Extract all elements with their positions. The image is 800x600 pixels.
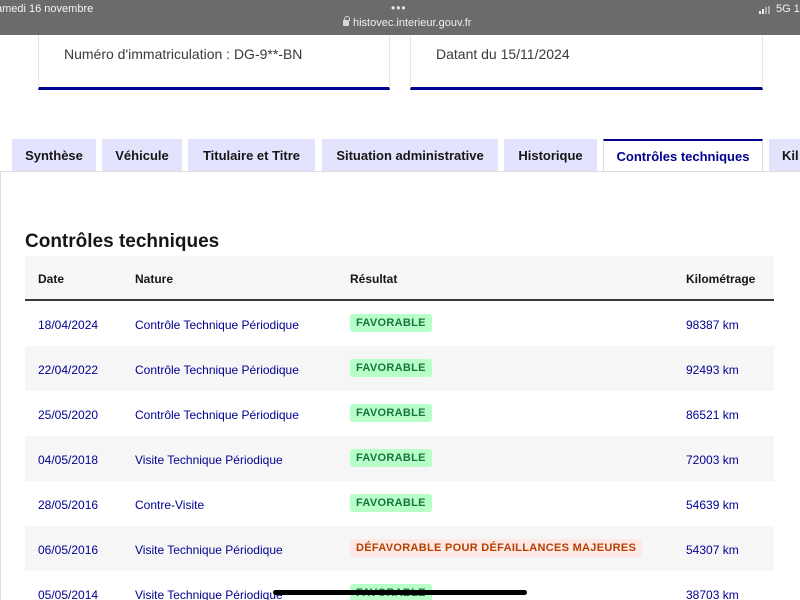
row-nature: Visite Technique Périodique xyxy=(135,588,283,600)
browser-top-bar: amedi 16 novembre ••• histovec.interieur… xyxy=(0,0,800,35)
row-km: 38703 km xyxy=(686,588,739,600)
table-row: 28/05/2016 Contre-Visite FAVORABLE 54639… xyxy=(25,481,774,526)
table-row: 04/05/2018 Visite Technique Périodique F… xyxy=(25,436,774,481)
status-date: amedi 16 novembre xyxy=(0,3,94,15)
row-date: 18/04/2024 xyxy=(38,318,99,332)
row-date: 25/05/2020 xyxy=(38,408,99,422)
row-nature: Contre-Visite xyxy=(135,498,205,512)
tab-vehicule[interactable]: Véhicule xyxy=(102,139,182,172)
network-status: 5G 10 xyxy=(776,3,800,15)
row-km: 54639 km xyxy=(686,498,739,512)
row-nature: Contrôle Technique Périodique xyxy=(135,363,299,377)
home-indicator[interactable] xyxy=(273,590,527,595)
lock-icon xyxy=(343,16,350,26)
tab-historique[interactable]: Historique xyxy=(504,139,597,172)
header-resultat: Résultat xyxy=(350,272,398,286)
url-text: histovec.interieur.gouv.fr xyxy=(353,17,472,29)
row-km: 72003 km xyxy=(686,453,739,467)
result-badge-defavorable: DÉFAVORABLE POUR DÉFAILLANCES MAJEURES xyxy=(350,539,643,557)
row-nature: Visite Technique Périodique xyxy=(135,453,283,467)
panel-border xyxy=(0,171,1,600)
table-row: 18/04/2024 Contrôle Technique Périodique… xyxy=(25,301,774,346)
report-date: Datant du 15/11/2024 xyxy=(436,46,570,62)
row-nature: Contrôle Technique Périodique xyxy=(135,408,299,422)
tab-bar: Synthèse Véhicule Titulaire et Titre Sit… xyxy=(0,139,800,172)
row-km: 98387 km xyxy=(686,318,739,332)
row-km: 92493 km xyxy=(686,363,739,377)
section-title: Contrôles techniques xyxy=(25,231,220,252)
result-badge: FAVORABLE xyxy=(350,404,432,422)
table-row: 22/04/2022 Contrôle Technique Périodique… xyxy=(25,346,774,391)
header-date: Date xyxy=(38,272,65,286)
plate-card: Numéro d'immatriculation : DG-9**-BN xyxy=(38,35,390,90)
result-badge: FAVORABLE xyxy=(350,449,432,467)
table-row: 25/05/2020 Contrôle Technique Périodique… xyxy=(25,391,774,436)
report-date-card: Datant du 15/11/2024 xyxy=(410,35,763,90)
address-bar[interactable]: histovec.interieur.gouv.fr xyxy=(343,16,472,29)
row-date: 22/04/2022 xyxy=(38,363,99,377)
result-badge: FAVORABLE xyxy=(350,314,432,332)
result-badge: FAVORABLE xyxy=(350,494,432,512)
result-badge: FAVORABLE xyxy=(350,359,432,377)
row-km: 86521 km xyxy=(686,408,739,422)
tab-controles-techniques[interactable]: Contrôles techniques xyxy=(603,139,763,172)
browser-menu-dots[interactable]: ••• xyxy=(391,1,407,15)
tab-titulaire-et-titre[interactable]: Titulaire et Titre xyxy=(188,139,315,172)
row-date: 28/05/2016 xyxy=(38,498,99,512)
tabs-divider xyxy=(0,171,800,172)
row-date: 04/05/2018 xyxy=(38,453,99,467)
technical-inspections-table: Date Nature Résultat Kilométrage 18/04/2… xyxy=(25,256,774,600)
row-date: 05/05/2014 xyxy=(38,588,99,600)
table-row: 06/05/2016 Visite Technique Périodique D… xyxy=(25,526,774,571)
header-nature: Nature xyxy=(135,272,174,286)
row-nature: Visite Technique Périodique xyxy=(135,543,283,557)
tab-synthese[interactable]: Synthèse xyxy=(12,139,96,172)
table-row: 05/05/2014 Visite Technique Périodique F… xyxy=(25,571,774,600)
row-date: 06/05/2016 xyxy=(38,543,99,557)
plate-number: Numéro d'immatriculation : DG-9**-BN xyxy=(64,46,303,62)
tab-kilometrage[interactable]: Kil xyxy=(769,139,800,172)
header-kilometrage: Kilométrage xyxy=(686,272,756,286)
row-km: 54307 km xyxy=(686,543,739,557)
table-header: Date Nature Résultat Kilométrage xyxy=(25,256,774,301)
row-nature: Contrôle Technique Périodique xyxy=(135,318,299,332)
tab-situation-administrative[interactable]: Situation administrative xyxy=(322,139,498,172)
cellular-signal-icon xyxy=(759,6,771,14)
